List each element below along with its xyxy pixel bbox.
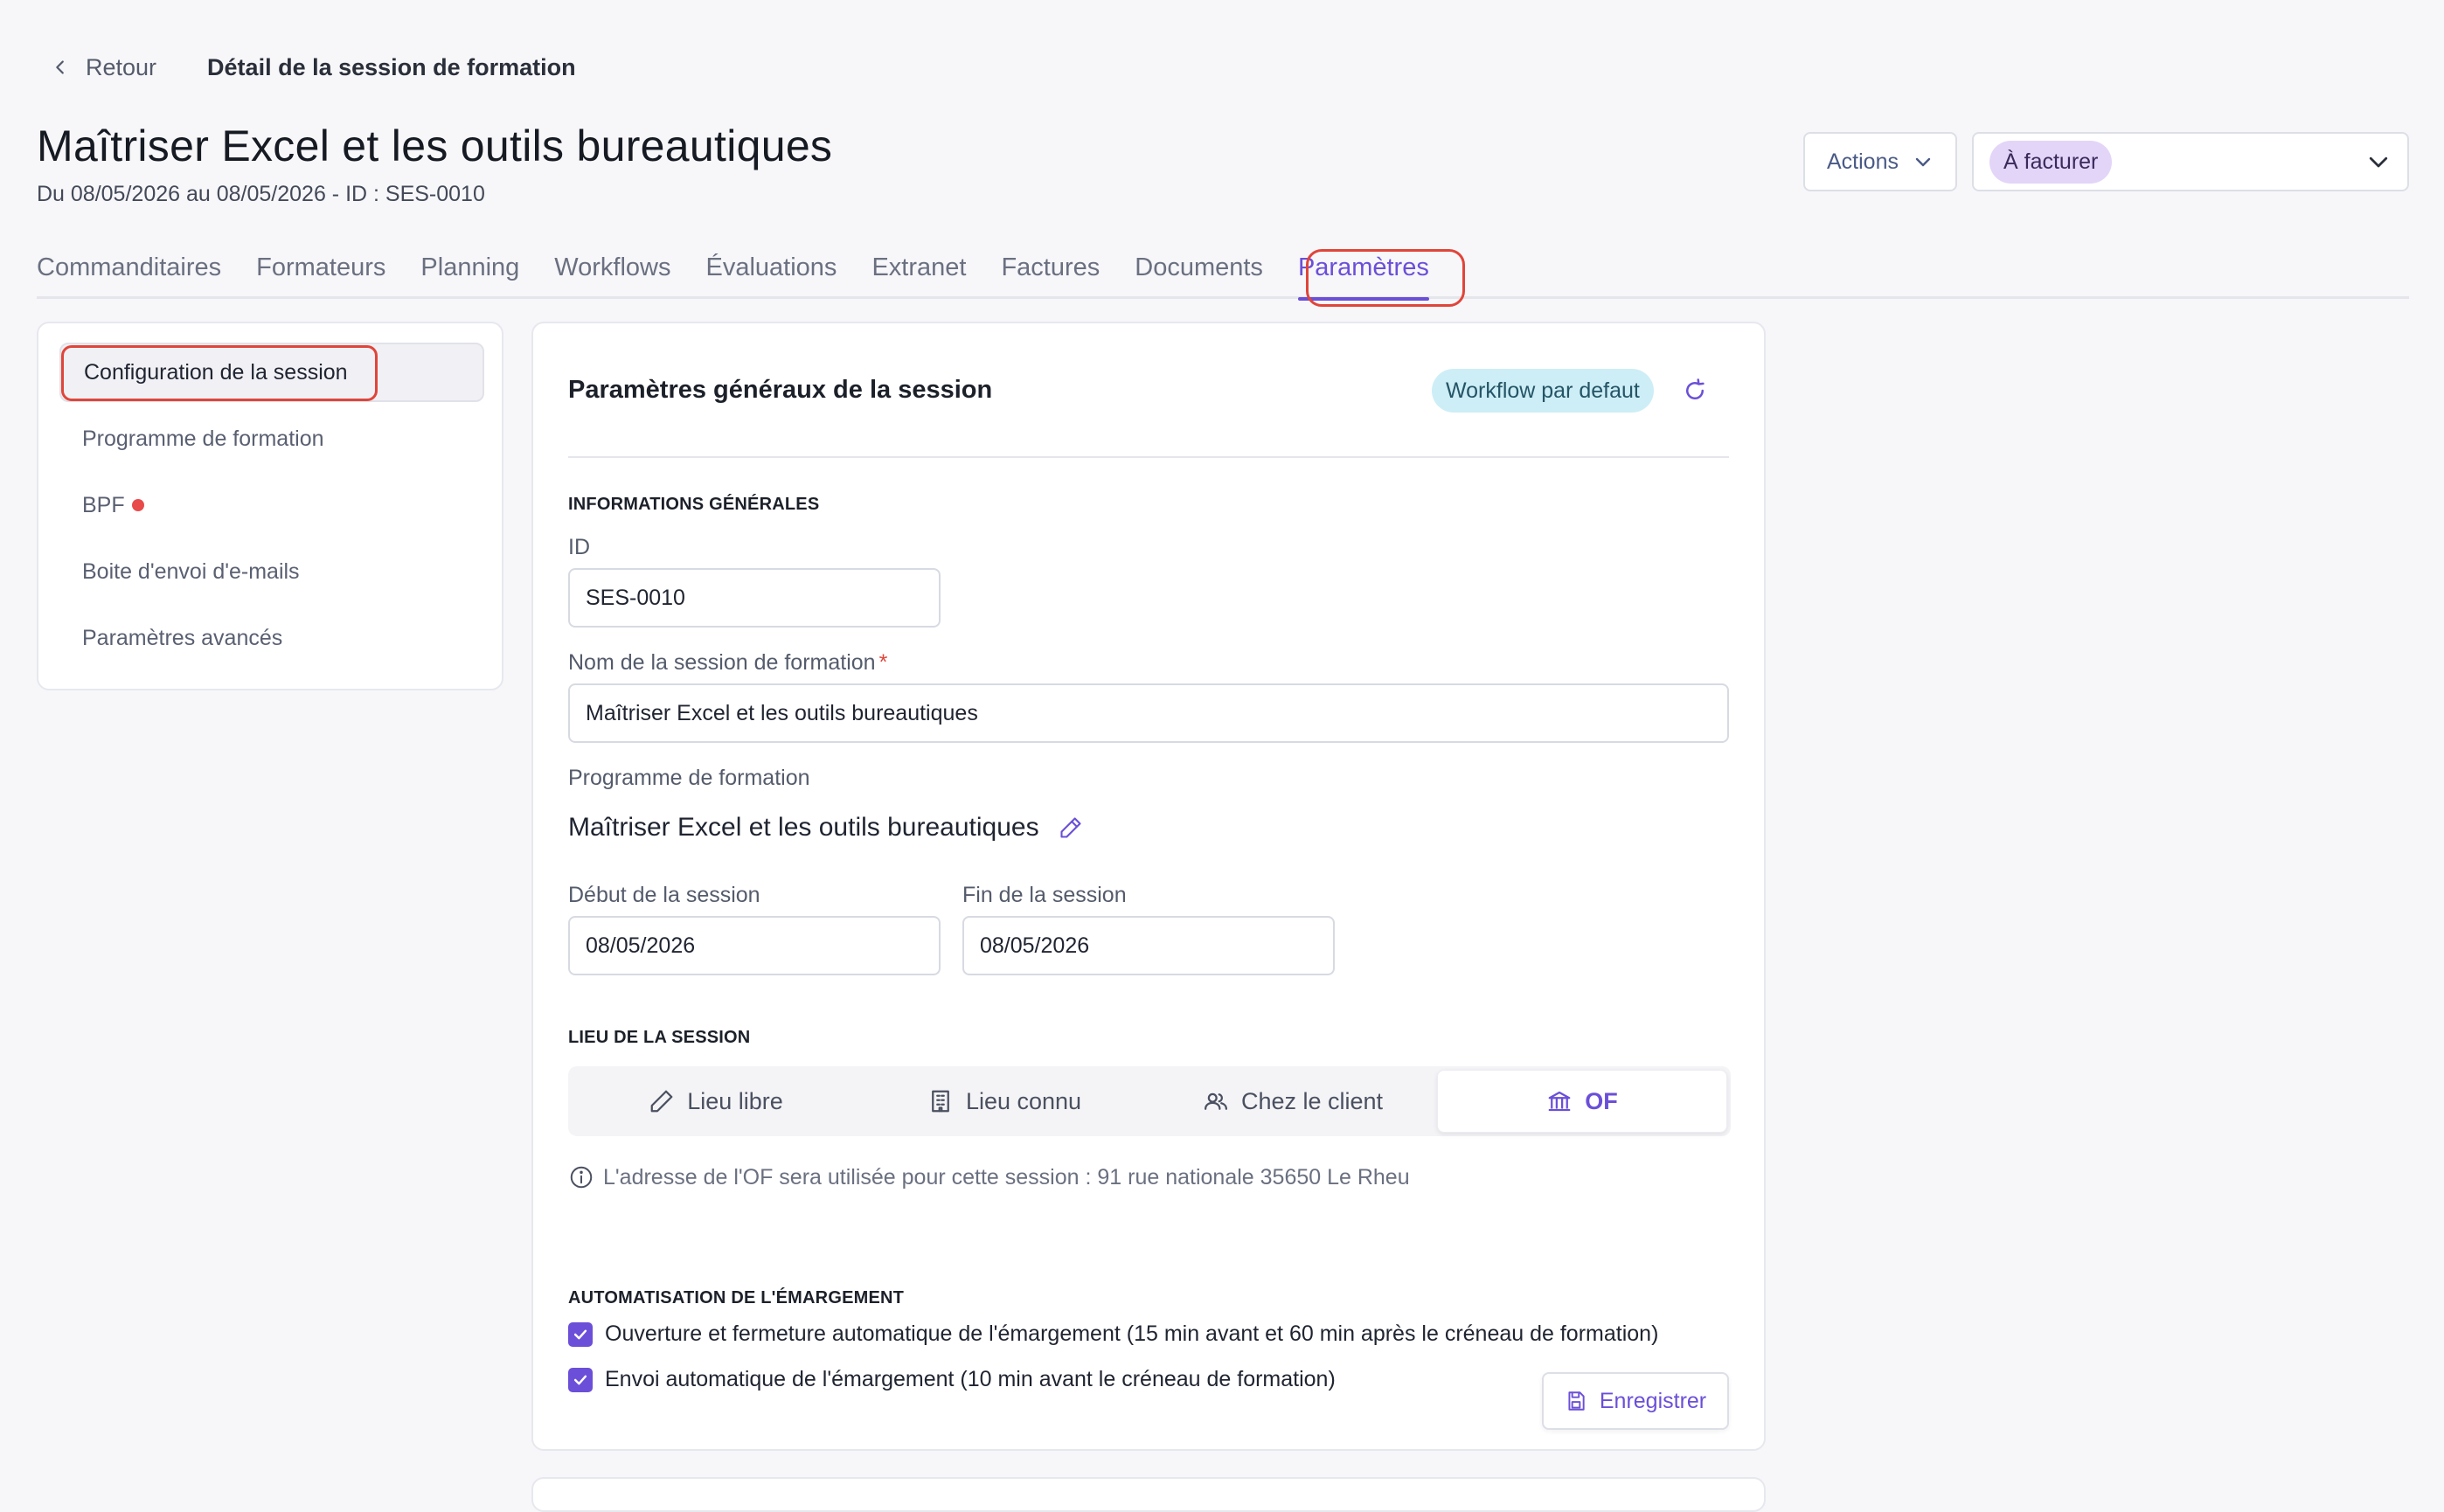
check-icon	[573, 1375, 587, 1384]
lieu-option-label: OF	[1585, 1087, 1618, 1114]
required-marker: *	[878, 650, 888, 675]
lieu-option-label: Chez le client	[1240, 1087, 1384, 1114]
lieu-option-client[interactable]: Chez le client	[1149, 1070, 1437, 1133]
chevron-down-icon	[1915, 157, 1931, 167]
start-label: Début de la session	[568, 883, 760, 907]
refresh-icon[interactable]	[1682, 378, 1708, 404]
status-select[interactable]: À facturer	[1972, 132, 2409, 191]
tab-parametres[interactable]: Paramètres	[1297, 253, 1429, 301]
lieu-option-libre[interactable]: Lieu libre	[572, 1070, 860, 1133]
check-icon	[573, 1329, 587, 1339]
actions-label: Actions	[1827, 149, 1899, 174]
sidebar-item-emails[interactable]: Boite d'envoi d'e-mails	[59, 542, 484, 601]
lieu-info-text: L'adresse de l'OF sera utilisée pour cet…	[603, 1164, 1410, 1189]
name-label: Nom de la session de formation *	[568, 650, 887, 676]
name-label-text: Nom de la session de formation	[568, 650, 876, 675]
save-button[interactable]: Enregistrer	[1542, 1372, 1729, 1430]
chevron-down-icon	[2369, 156, 2388, 168]
tab-factures[interactable]: Factures	[1001, 253, 1100, 297]
lieu-segmented-control: Lieu libre Lieu connu Chez le client OF	[568, 1066, 1731, 1136]
sidebar-item-label: Programme de formation	[82, 426, 324, 451]
sidebar-item-label: Configuration de la session	[84, 359, 348, 385]
section-emargement-heading: AUTOMATISATION DE L'ÉMARGEMENT	[568, 1288, 905, 1307]
users-icon	[1204, 1092, 1227, 1110]
sidebar-item-configuration[interactable]: Configuration de la session	[59, 343, 484, 402]
session-name-field[interactable]: Maîtriser Excel et les outils bureautiqu…	[568, 683, 1729, 743]
back-label: Retour	[86, 53, 157, 80]
workflow-badge: Workflow par defaut	[1432, 369, 1654, 413]
tab-planning[interactable]: Planning	[420, 253, 519, 297]
pencil-icon[interactable]	[1059, 815, 1083, 840]
checkbox-label: Envoi automatique de l'émargement (10 mi…	[605, 1367, 1336, 1391]
programme-label: Programme de formation	[568, 766, 810, 790]
lieu-option-connu[interactable]: Lieu connu	[860, 1070, 1149, 1133]
start-date-field[interactable]: 08/05/2026	[568, 916, 941, 975]
tab-formateurs[interactable]: Formateurs	[256, 253, 385, 297]
id-label: ID	[568, 535, 590, 559]
card-title: Paramètres généraux de la session	[568, 376, 993, 404]
check-row: Envoi automatique de l'émargement (10 mi…	[568, 1367, 1336, 1392]
building-icon	[932, 1090, 949, 1113]
save-label: Enregistrer	[1599, 1388, 1707, 1413]
programme-name: Maîtriser Excel et les outils bureautiqu…	[568, 813, 1039, 842]
lieu-option-label: Lieu connu	[965, 1087, 1082, 1114]
breadcrumb-title: Détail de la session de formation	[207, 53, 576, 80]
tab-workflows[interactable]: Workflows	[554, 253, 670, 297]
section-general-heading: INFORMATIONS GÉNÉRALES	[568, 495, 820, 514]
tab-evaluations[interactable]: Évaluations	[706, 253, 837, 297]
actions-dropdown[interactable]: Actions	[1803, 132, 1957, 191]
section-lieu-heading: LIEU DE LA SESSION	[568, 1028, 751, 1047]
end-date-field[interactable]: 08/05/2026	[962, 916, 1335, 975]
id-field[interactable]: SES-0010	[568, 568, 941, 628]
settings-card: Paramètres généraux de la session Workfl…	[531, 322, 1766, 1451]
programme-value: Maîtriser Excel et les outils bureautiqu…	[568, 813, 1083, 843]
bank-icon	[1548, 1091, 1571, 1112]
alert-dot	[131, 499, 144, 511]
tab-bar: Commanditaires Formateurs Planning Workf…	[37, 253, 2409, 301]
next-card	[531, 1477, 1766, 1512]
sidebar-item-advanced[interactable]: Paramètres avancés	[59, 608, 484, 668]
check-row: Ouverture et fermeture automatique de l'…	[568, 1321, 1658, 1347]
tab-documents[interactable]: Documents	[1135, 253, 1263, 297]
page-title: Maîtriser Excel et les outils bureautiqu…	[37, 121, 833, 170]
auto-send-checkbox[interactable]	[568, 1367, 593, 1392]
pencil-icon	[650, 1090, 673, 1113]
lieu-option-of[interactable]: OF	[1437, 1070, 1727, 1133]
tab-extranet[interactable]: Extranet	[871, 253, 966, 297]
page-subtitle: Du 08/05/2026 au 08/05/2026 - ID : SES-0…	[37, 182, 485, 206]
save-icon	[1568, 1391, 1585, 1411]
auto-open-checkbox[interactable]	[568, 1321, 593, 1347]
divider	[568, 456, 1729, 458]
sidebar-item-label: BPF	[82, 492, 125, 517]
back-button[interactable]: Retour	[51, 54, 156, 81]
checkbox-label: Ouverture et fermeture automatique de l'…	[605, 1321, 1659, 1346]
info-icon	[570, 1166, 593, 1189]
sidebar-item-bpf[interactable]: BPF	[59, 475, 484, 535]
sidebar-item-programme[interactable]: Programme de formation	[59, 409, 484, 468]
tab-commanditaires[interactable]: Commanditaires	[37, 253, 221, 297]
status-badge: À facturer	[1989, 140, 2113, 184]
settings-sidebar: Configuration de la session Programme de…	[37, 322, 503, 690]
lieu-info: L'adresse de l'OF sera utilisée pour cet…	[568, 1164, 1410, 1190]
sidebar-item-label: Paramètres avancés	[82, 625, 283, 650]
top-bar: Retour Détail de la session de formation	[51, 51, 576, 84]
chevron-left-icon	[56, 60, 64, 74]
end-label: Fin de la session	[962, 883, 1127, 907]
sidebar-item-label: Boite d'envoi d'e-mails	[82, 558, 300, 584]
lieu-option-label: Lieu libre	[687, 1087, 783, 1114]
